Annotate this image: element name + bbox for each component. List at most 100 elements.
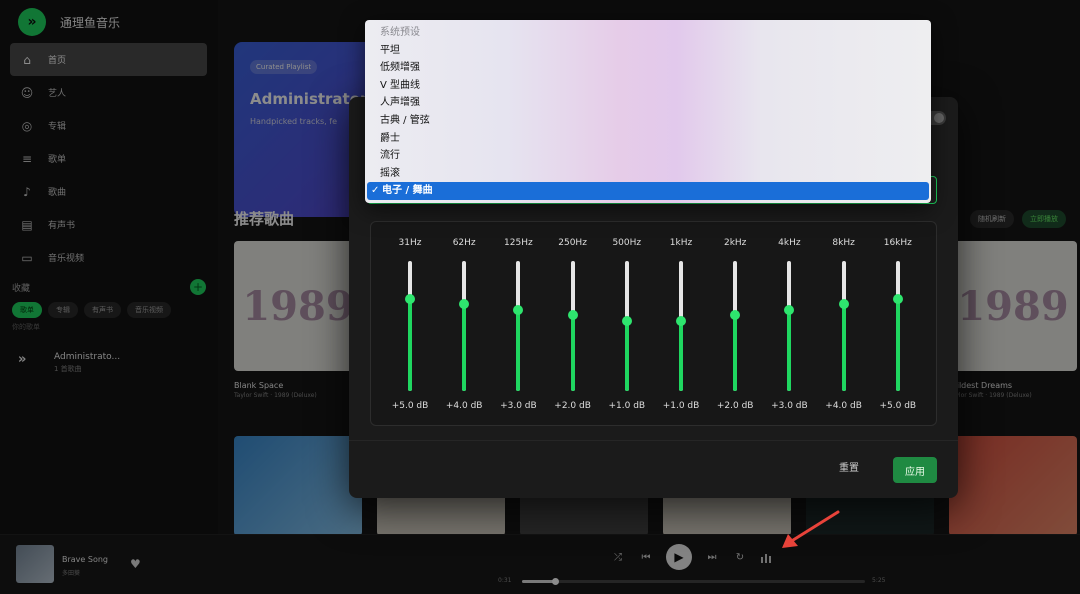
eq-slider-knob[interactable] — [567, 310, 578, 321]
album-cover[interactable] — [234, 436, 362, 536]
progress-bar[interactable] — [522, 578, 865, 585]
playlist-item[interactable]: » Administrato... 1 首歌曲 — [18, 352, 120, 374]
eq-slider-knob[interactable] — [621, 315, 632, 326]
sidebar-item-label: 首页 — [48, 56, 67, 66]
tab-playlists[interactable]: 歌单 — [12, 302, 42, 318]
playlist-count: 1 首歌曲 — [54, 365, 82, 373]
add-playlist-button[interactable]: + — [190, 279, 206, 295]
eq-slider[interactable] — [730, 261, 741, 391]
eq-band: 31Hz +5.0 dB — [383, 222, 437, 425]
eq-slider-knob[interactable] — [676, 315, 686, 326]
reset-button[interactable]: 重置 — [839, 459, 859, 474]
apply-button[interactable]: 应用 — [893, 457, 937, 483]
band-gain: +5.0 dB — [879, 401, 917, 411]
shuffle-refresh-button[interactable]: 随机刷新 — [970, 210, 1014, 228]
audiobook-icon: ▤ — [21, 217, 33, 232]
dropdown-option-label: 古典 / 管弦 — [380, 114, 430, 126]
tab-audiobooks[interactable]: 有声书 — [84, 302, 121, 318]
eq-slider-knob[interactable] — [459, 299, 470, 310]
tab-albums[interactable]: 专辑 — [48, 302, 78, 318]
eq-slider[interactable] — [567, 261, 578, 391]
eq-slider[interactable] — [676, 261, 686, 391]
eq-slider[interactable] — [405, 261, 415, 391]
dropdown-options: 平坦低频增强 V 型曲线 人声增强古典 / 管弦爵士 流行 摇滚 ✓ 电子 / 舞曲 — [365, 42, 931, 200]
band-frequency: 250Hz — [558, 238, 587, 248]
dropdown-option[interactable]: 平坦 — [365, 42, 931, 60]
dropdown-group-header: 系统预设 — [380, 27, 420, 38]
play-button[interactable]: ▶ — [666, 544, 692, 570]
eq-band: 2kHz +2.0 dB — [708, 222, 762, 425]
playlist-icon: ≡ — [21, 151, 33, 166]
check-icon: ✓ — [371, 185, 380, 197]
playback-controls: ⤮ ⏮ ▶ ⏭ ↻ — [610, 544, 748, 570]
eq-slider-knob[interactable] — [405, 293, 415, 304]
song-icon: ♪ — [23, 184, 31, 199]
divider — [349, 440, 958, 441]
eq-slider-fill — [570, 315, 575, 391]
band-gain: +4.0 dB — [445, 401, 483, 411]
annotation-arrow-icon — [782, 510, 840, 548]
dropdown-option-label: 低频增强 — [380, 62, 420, 74]
eq-band: 8kHz +4.0 dB — [817, 222, 871, 425]
album-cover[interactable] — [949, 436, 1077, 536]
dropdown-option[interactable]: 人声增强 — [365, 94, 931, 112]
dropdown-option[interactable]: 爵士 — [365, 130, 931, 148]
band-frequency: 2kHz — [723, 238, 747, 248]
eq-slider-fill — [624, 320, 629, 391]
eq-slider-knob[interactable] — [892, 293, 903, 304]
eq-slider-knob[interactable] — [730, 310, 741, 321]
dropdown-option[interactable]: 古典 / 管弦 — [365, 112, 931, 130]
eq-slider-fill — [516, 309, 521, 391]
eq-slider[interactable] — [621, 261, 632, 391]
eq-slider-knob[interactable] — [784, 304, 795, 315]
song-card[interactable]: 1989 Blank Space Taylor Swift · 1989 (Delu… — [234, 241, 362, 399]
player-bar: Brave Song 多田葵 ♥ ⤮ ⏮ ▶ ⏭ ↻ 0:31 5:25 — [0, 534, 1080, 594]
sidebar-item-albums[interactable]: ◎ 专辑 — [10, 109, 207, 142]
eq-slider[interactable] — [513, 261, 524, 391]
heart-icon[interactable]: ♥ — [130, 557, 141, 571]
eq-slider-knob[interactable] — [838, 299, 849, 310]
eq-slider-knob[interactable] — [513, 304, 524, 315]
eq-slider[interactable] — [838, 261, 849, 391]
eq-slider[interactable] — [784, 261, 795, 391]
dropdown-option[interactable]: 低频增强 — [365, 59, 931, 77]
progress-knob[interactable] — [552, 578, 559, 585]
tab-videos[interactable]: 音乐视频 — [127, 302, 171, 318]
previous-icon[interactable]: ⏮ — [638, 552, 654, 563]
album-cover: 1989 — [949, 241, 1077, 371]
play-now-button[interactable]: 立即播放 — [1022, 210, 1066, 228]
now-playing-cover — [16, 545, 54, 583]
sidebar-item-playlists[interactable]: ≡ 歌单 — [10, 142, 207, 175]
dropdown-option[interactable]: ✓ 电子 / 舞曲 — [367, 182, 929, 200]
section-buttons: 随机刷新 立即播放 — [970, 210, 1066, 228]
band-gain: +2.0 dB — [554, 401, 591, 411]
sidebar-item-home[interactable]: ⌂ 首页 — [10, 43, 207, 76]
eq-band: 1kHz +1.0 dB — [654, 222, 708, 425]
eq-slider[interactable] — [892, 261, 903, 391]
eq-slider[interactable] — [459, 261, 470, 391]
dropdown-option[interactable]: 流行 — [365, 147, 931, 165]
dropdown-option[interactable]: V 型曲线 — [365, 77, 931, 95]
eq-slider-fill — [462, 304, 467, 391]
sidebar-item-artists[interactable]: ☺ 艺人 — [10, 76, 207, 109]
time-current: 0:31 — [498, 577, 512, 584]
sidebar-item-audiobooks[interactable]: ▤ 有声书 — [10, 208, 207, 241]
time-total: 5:25 — [872, 577, 886, 584]
now-playing-artist: 多田葵 — [62, 570, 81, 577]
sidebar-item-songs[interactable]: ♪ 歌曲 — [10, 175, 207, 208]
song-title: Blank Space — [234, 381, 284, 390]
eq-band: 500Hz +1.0 dB — [600, 222, 654, 425]
brand: » 通理鱼音乐 — [18, 8, 120, 36]
shuffle-icon[interactable]: ⤮ — [610, 552, 626, 563]
repeat-icon[interactable]: ↻ — [732, 552, 748, 563]
equalizer-icon[interactable] — [760, 553, 772, 563]
next-icon[interactable]: ⏭ — [704, 552, 720, 563]
band-frequency: 31Hz — [398, 238, 422, 248]
sidebar: » 通理鱼音乐 ⌂ 首页 ☺ 艺人 ◎ 专辑 ≡ 歌单 ♪ 歌曲 ▤ 有声书 ▭ 音乐视频 收… — [0, 0, 218, 534]
sidebar-item-videos[interactable]: ▭ 音乐视频 — [10, 241, 207, 274]
song-card[interactable]: 1989 Wildest Dreams Taylor Swift · 1989 (D… — [949, 241, 1077, 399]
sidebar-nav: ⌂ 首页 ☺ 艺人 ◎ 专辑 ≡ 歌单 ♪ 歌曲 ▤ 有声书 ▭ 音乐视频 — [10, 43, 207, 274]
app-logo-icon: » — [18, 8, 46, 36]
dropdown-option[interactable]: 摇滚 — [365, 165, 931, 183]
band-gain: +3.0 dB — [500, 401, 537, 411]
